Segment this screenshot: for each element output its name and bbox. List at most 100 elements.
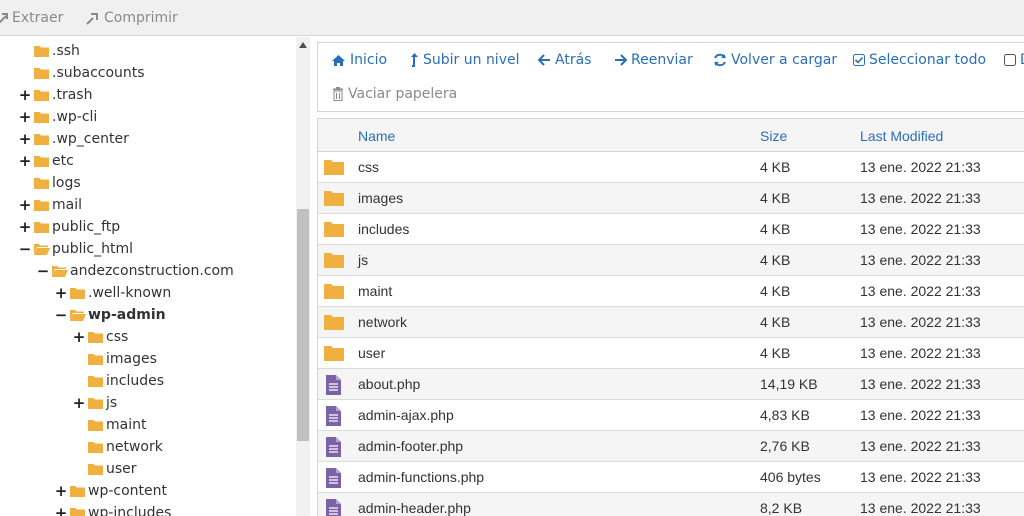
arrow-left-icon — [538, 54, 550, 66]
up-level-button[interactable]: Subir un nivel — [410, 50, 520, 70]
tree-item-label: network — [106, 439, 163, 455]
table-row[interactable]: admin-header.php 8,2 KB 13 ene. 2022 21:33 — [318, 493, 1024, 516]
tree-item[interactable]: + mail — [0, 194, 295, 216]
expand-toggle-icon[interactable]: + — [55, 505, 68, 516]
table-row[interactable]: user 4 KB 13 ene. 2022 21:33 — [318, 338, 1024, 369]
tree-item[interactable]: + wp-content — [0, 480, 295, 502]
tree-item[interactable]: maint — [0, 414, 295, 436]
table-row[interactable]: images 4 KB 13 ene. 2022 21:33 — [318, 183, 1024, 214]
collapse-toggle-icon[interactable]: − — [19, 241, 32, 256]
table-row[interactable]: js 4 KB 13 ene. 2022 21:33 — [318, 245, 1024, 276]
file-name-cell: css — [358, 159, 379, 175]
file-name-cell: admin-header.php — [358, 500, 471, 516]
expand-toggle-icon[interactable]: + — [55, 483, 68, 498]
expand-toggle-icon[interactable]: + — [19, 219, 32, 234]
table-row[interactable]: css 4 KB 13 ene. 2022 21:33 — [318, 152, 1024, 183]
table-row[interactable]: admin-ajax.php 4,83 KB 13 ene. 2022 21:33 — [318, 400, 1024, 431]
tree-item-label: etc — [52, 153, 74, 169]
tree-item-label: .wp-cli — [52, 109, 98, 125]
tree-item[interactable]: network — [0, 436, 295, 458]
empty-trash-button[interactable]: Vaciar papelera — [332, 84, 457, 104]
tree-item[interactable]: .subaccounts — [0, 62, 295, 84]
expand-toggle-icon[interactable]: + — [73, 329, 86, 344]
file-name-cell: about.php — [358, 376, 421, 392]
tree-item[interactable]: + .well-known — [0, 282, 295, 304]
last-modified-cell: 13 ene. 2022 21:33 — [860, 345, 981, 361]
tree-item[interactable]: + .wp_center — [0, 128, 295, 150]
collapse-toggle-icon[interactable]: − — [55, 307, 68, 322]
table-row[interactable]: about.php 14,19 KB 13 ene. 2022 21:33 — [318, 369, 1024, 400]
scroll-up-arrow-icon[interactable] — [299, 42, 307, 48]
tree-item[interactable]: + .wp-cli — [0, 106, 295, 128]
tree-item[interactable]: images — [0, 348, 295, 370]
file-name-cell: admin-ajax.php — [358, 407, 454, 423]
folder-icon — [88, 397, 103, 409]
last-modified-cell: 13 ene. 2022 21:33 — [860, 252, 981, 268]
last-modified-cell: 13 ene. 2022 21:33 — [860, 159, 981, 175]
tree-item[interactable]: user — [0, 458, 295, 480]
tree-item[interactable]: logs — [0, 172, 295, 194]
table-row[interactable]: network 4 KB 13 ene. 2022 21:33 — [318, 307, 1024, 338]
collapse-toggle-icon[interactable]: − — [37, 263, 50, 278]
scrollbar-thumb[interactable] — [297, 209, 309, 441]
file-size-cell: 4,83 KB — [760, 407, 810, 423]
folder-icon — [88, 441, 106, 454]
expand-toggle-icon[interactable]: + — [73, 395, 86, 410]
checkbox-checked-icon — [853, 54, 865, 66]
tree-item[interactable]: − wp-admin — [0, 304, 295, 326]
tree-item[interactable]: + etc — [0, 150, 295, 172]
folder-icon — [70, 507, 88, 516]
folder-open-icon — [52, 265, 68, 277]
tree-item[interactable]: + public_ftp — [0, 216, 295, 238]
folder-icon — [70, 485, 85, 497]
file-size-cell: 4 KB — [760, 345, 791, 361]
tree-item[interactable]: .ssh — [0, 40, 295, 62]
back-button[interactable]: Atrás — [538, 50, 591, 70]
expand-toggle-icon[interactable]: + — [19, 109, 32, 124]
file-name-cell: user — [358, 345, 386, 361]
tree-item-label: .well-known — [88, 285, 172, 301]
compress-button[interactable]: Comprimir — [86, 9, 178, 27]
folder-icon — [34, 155, 49, 167]
column-header-name[interactable]: Name — [358, 128, 395, 144]
deselect-all-button[interactable]: D — [1004, 50, 1024, 70]
folder-icon — [88, 331, 103, 343]
expand-toggle-icon[interactable]: + — [19, 131, 32, 146]
tree-item[interactable]: − public_html — [0, 238, 295, 260]
select-all-button[interactable]: Seleccionar todo — [853, 50, 986, 70]
column-header-size[interactable]: Size — [760, 128, 787, 144]
folder-icon — [34, 89, 49, 101]
empty-trash-label: Vaciar papelera — [348, 86, 458, 102]
tree-item[interactable]: + .trash — [0, 84, 295, 106]
compress-icon — [86, 13, 98, 25]
last-modified-cell: 13 ene. 2022 21:33 — [860, 221, 981, 237]
table-row[interactable]: maint 4 KB 13 ene. 2022 21:33 — [318, 276, 1024, 307]
folder-icon — [34, 67, 52, 80]
home-button[interactable]: Inicio — [331, 50, 387, 70]
table-row[interactable]: admin-footer.php 2,76 KB 13 ene. 2022 21:3… — [318, 431, 1024, 462]
tree-item-label: includes — [106, 373, 165, 389]
expand-toggle-icon[interactable]: + — [19, 153, 32, 168]
tree-item[interactable]: − andezconstruction.com — [0, 260, 295, 282]
table-row[interactable]: includes 4 KB 13 ene. 2022 21:33 — [318, 214, 1024, 245]
tree-item[interactable]: + js — [0, 392, 295, 414]
tree-item[interactable]: includes — [0, 370, 295, 392]
folder-open-icon — [52, 265, 70, 278]
tree-item-label: .trash — [52, 87, 93, 103]
tree-item[interactable]: + wp-includes — [0, 502, 295, 516]
table-row[interactable]: admin-functions.php 406 bytes 13 ene. 2022… — [318, 462, 1024, 493]
column-header-last-modified[interactable]: Last Modified — [860, 128, 943, 144]
expand-toggle-icon[interactable]: + — [19, 197, 32, 212]
extract-button[interactable]: Extraer — [0, 9, 63, 27]
expand-toggle-icon[interactable]: + — [55, 285, 68, 300]
reload-button[interactable]: Volver a cargar — [713, 50, 837, 70]
tree-item[interactable]: + css — [0, 326, 295, 348]
folder-open-icon — [70, 309, 88, 322]
toggle-spacer — [20, 44, 30, 58]
forward-button[interactable]: Reenviar — [614, 50, 693, 70]
expand-toggle-icon[interactable]: + — [19, 87, 32, 102]
tree-scrollbar[interactable] — [296, 37, 310, 516]
toggle-spacer — [74, 374, 84, 388]
folder-icon — [34, 67, 49, 79]
up-level-label: Subir un nivel — [423, 52, 520, 68]
